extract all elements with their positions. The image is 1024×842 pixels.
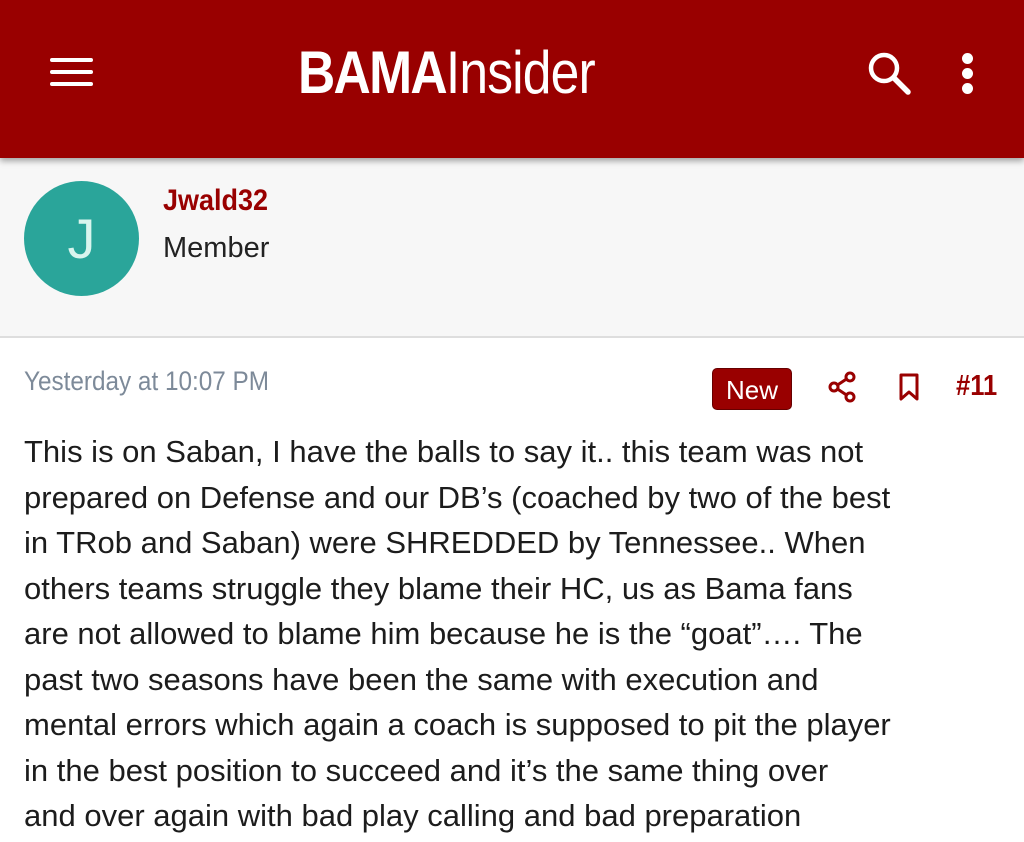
post-body-line: prepared on Defense and our DB’s (coache… <box>24 479 891 515</box>
user-title: Member <box>163 232 270 264</box>
post-body-line: and over again with bad play calling and… <box>24 798 802 833</box>
post-body-line: others teams struggle they blame their H… <box>24 570 853 606</box>
logo-insider: Insider <box>445 39 596 106</box>
post-number-link[interactable]: #11 <box>956 370 997 403</box>
post-body-line: in TRob and Saban) were SHREDDED by Tenn… <box>24 525 866 560</box>
logo-bama: BAMA <box>298 39 448 106</box>
app-header: BAMAInsider <box>0 0 1024 158</box>
avatar[interactable]: J <box>24 181 139 296</box>
post-body-line: This is on Saban, I have the balls to sa… <box>24 434 864 469</box>
site-logo[interactable]: BAMAInsider <box>298 38 596 108</box>
hamburger-menu-icon[interactable] <box>48 56 96 92</box>
post-meta-bar: Yesterday at 10:07 PM New #11 <box>0 340 1024 420</box>
search-icon[interactable] <box>864 48 916 100</box>
post-body-line: past two seasons have been the same with… <box>24 661 819 697</box>
more-vertical-icon[interactable] <box>952 48 984 100</box>
post-body-line: mental errors which again a coach is sup… <box>24 707 891 742</box>
new-badge: New <box>712 368 792 410</box>
post-timestamp[interactable]: Yesterday at 10:07 PM <box>24 366 269 397</box>
post-body: This is on Saban, I have the balls to sa… <box>24 429 1009 839</box>
post-body-line: are not allowed to blame him because he … <box>24 616 863 651</box>
username-link[interactable]: Jwald32 <box>163 184 268 218</box>
bookmark-icon[interactable] <box>893 370 925 404</box>
post-author-panel: J Jwald32 Member <box>0 158 1024 338</box>
share-icon[interactable] <box>826 370 860 404</box>
post-body-line: in the best position to succeed and it’s… <box>24 752 829 788</box>
